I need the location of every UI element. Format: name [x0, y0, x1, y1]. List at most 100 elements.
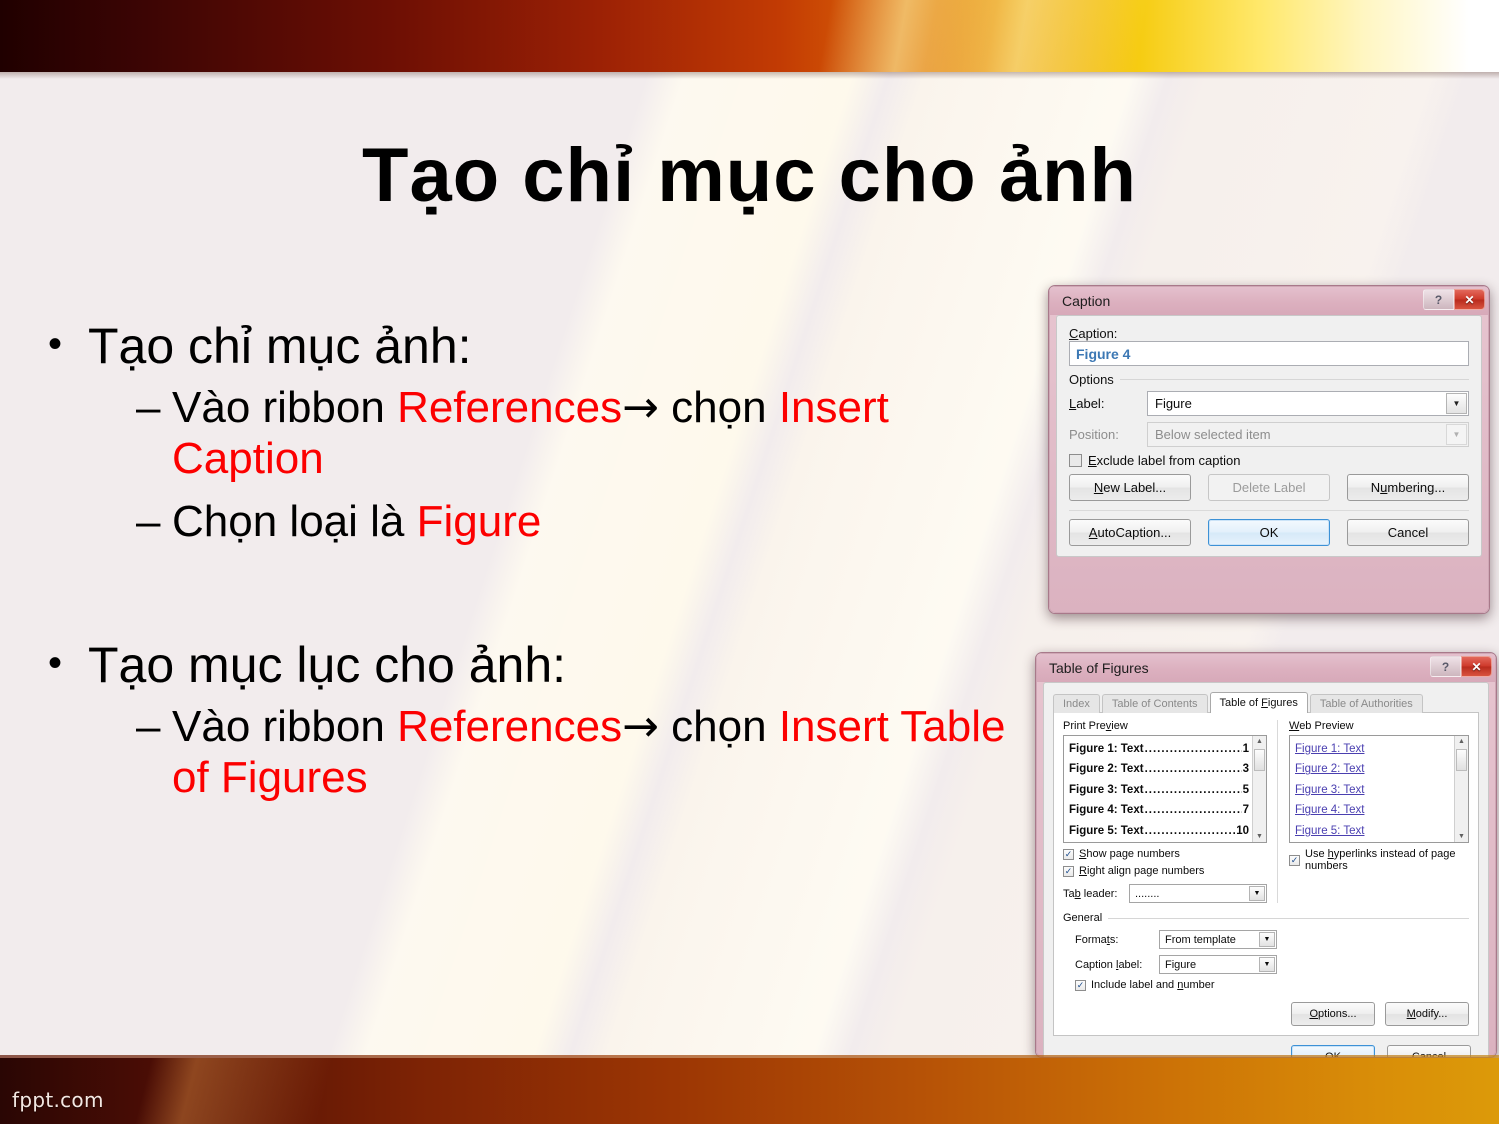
- tab-table-of-figures[interactable]: Table of Figures: [1209, 692, 1308, 713]
- scroll-down-icon[interactable]: ▼: [1458, 831, 1465, 842]
- checkbox-icon[interactable]: [1069, 454, 1082, 467]
- caption-dialog: Caption ? ✕ Caption: Figure 4 Options La…: [1048, 285, 1490, 614]
- right-align-page-numbers-checkbox[interactable]: ✓ Right align page numbers: [1063, 865, 1267, 877]
- general-group-title: General: [1063, 912, 1469, 924]
- scrollbar-thumb[interactable]: [1456, 749, 1467, 771]
- tab-index[interactable]: Index: [1053, 694, 1100, 713]
- cancel-button[interactable]: Cancel: [1347, 519, 1469, 546]
- brand-logo: fppt.com: [12, 1088, 104, 1112]
- caption-input[interactable]: Figure 4: [1069, 341, 1469, 366]
- divider: [1069, 510, 1469, 511]
- options-button[interactable]: Options...: [1291, 1002, 1375, 1026]
- help-icon[interactable]: ?: [1423, 289, 1454, 310]
- list-item: Figure 3: Text..........................…: [1069, 780, 1249, 800]
- window-buttons: ? ✕: [1423, 289, 1485, 310]
- print-preview-scrollbar[interactable]: ▲ ▼: [1252, 736, 1266, 842]
- list-item: Figure 2: Text..........................…: [1069, 759, 1249, 779]
- delete-label-button: Delete Label: [1208, 474, 1330, 501]
- caption-dialog-titlebar[interactable]: Caption ? ✕: [1050, 287, 1488, 315]
- bullet-dot-icon: •: [48, 641, 63, 686]
- text-mid: chọn: [658, 702, 779, 752]
- divider: [1108, 917, 1469, 919]
- scrollbar-thumb[interactable]: [1254, 749, 1265, 771]
- use-hyperlinks-checkbox[interactable]: ✓ Use hyperlinks instead of page numbers: [1289, 848, 1469, 872]
- caption-label-row: Caption label: Figure ▼: [1063, 955, 1469, 974]
- chevron-down-icon[interactable]: ▼: [1446, 393, 1467, 414]
- text-highlight-references: References: [397, 383, 623, 432]
- dash-icon: –: [136, 497, 161, 547]
- show-page-numbers-label: Show page numbers: [1079, 848, 1180, 860]
- print-preview-box: Figure 1: Text..........................…: [1063, 735, 1267, 843]
- text-pre: Chọn loại là: [172, 497, 417, 547]
- new-label-button[interactable]: New Label...: [1069, 474, 1191, 501]
- bullet-level2-text: Vào ribbon References→ chọn Insert Table…: [172, 701, 1023, 803]
- web-preview-column: Web Preview Figure 1: Text Figure 2: Tex…: [1278, 720, 1469, 903]
- formats-row: Formats: From template ▼: [1063, 930, 1469, 949]
- chevron-down-icon[interactable]: ▼: [1249, 886, 1265, 901]
- window-buttons: ? ✕: [1430, 656, 1492, 677]
- include-label-and-number-checkbox[interactable]: ✓ Include label and number: [1075, 979, 1469, 991]
- tab-table-of-contents[interactable]: Table of Contents: [1101, 694, 1208, 713]
- preview-columns: Print Preview Figure 1: Text............…: [1063, 720, 1469, 903]
- tab-table-of-authorities[interactable]: Table of Authorities: [1309, 694, 1423, 713]
- leader-dots: ............................: [1144, 743, 1242, 755]
- text-pre: Vào ribbon: [172, 383, 398, 432]
- bullet-dot-icon: •: [48, 322, 63, 366]
- close-icon[interactable]: ✕: [1454, 289, 1485, 310]
- scroll-down-icon[interactable]: ▼: [1256, 831, 1263, 842]
- checkbox-icon[interactable]: ✓: [1289, 854, 1300, 866]
- list-item[interactable]: Figure 4: Text: [1295, 800, 1451, 820]
- bullet-level1-text: Tạo mục lục cho ảnh:: [88, 637, 567, 694]
- exclude-label-checkbox[interactable]: Exclude label from caption: [1069, 453, 1469, 468]
- chevron-down-icon[interactable]: ▼: [1259, 932, 1275, 947]
- numbering-button[interactable]: Nu mbering...: [1347, 474, 1469, 501]
- checkbox-icon[interactable]: ✓: [1075, 979, 1086, 991]
- chevron-down-icon: ▼: [1446, 424, 1467, 445]
- arrow-icon: →: [622, 701, 659, 753]
- tab-leader-combobox[interactable]: ........ ▼: [1129, 884, 1267, 903]
- print-preview-list: Figure 1: Text..........................…: [1064, 736, 1266, 842]
- bullet-level1: • Tạo mục lục cho ảnh:: [48, 637, 1023, 693]
- scroll-up-icon[interactable]: ▲: [1458, 736, 1465, 747]
- formats-label: Formats:: [1075, 933, 1119, 946]
- list-item[interactable]: Figure 3: Text: [1295, 780, 1451, 800]
- list-item[interactable]: Figure 5: Text: [1295, 821, 1451, 841]
- checkbox-icon[interactable]: ✓: [1063, 848, 1074, 860]
- checkbox-icon[interactable]: ✓: [1063, 865, 1074, 877]
- label-buttons-row: New Label... Delete Label Nu mbering...: [1069, 474, 1469, 501]
- leader-dots: ............................: [1144, 824, 1236, 837]
- include-label-label: Include label and number: [1091, 979, 1215, 991]
- list-item: Figure 4: Text..........................…: [1069, 800, 1249, 820]
- label-row: Label: Figure ▼: [1069, 391, 1469, 416]
- web-preview-title: Web Preview: [1289, 720, 1354, 732]
- help-icon[interactable]: ?: [1430, 656, 1461, 677]
- modify-button[interactable]: Modify...: [1385, 1002, 1469, 1026]
- web-preview-scrollbar[interactable]: ▲ ▼: [1454, 736, 1468, 842]
- tof-dialog-titlebar[interactable]: Table of Figures ? ✕: [1037, 654, 1495, 682]
- bottom-footer: [0, 1058, 1499, 1124]
- caption-label-value: Figure: [1165, 958, 1197, 971]
- list-item[interactable]: Figure 2: Text: [1295, 759, 1451, 779]
- caption-dialog-title: Caption: [1062, 293, 1111, 309]
- scroll-up-icon[interactable]: ▲: [1256, 736, 1263, 747]
- dialog-action-buttons: AutoCaption... OK Cancel: [1069, 519, 1469, 546]
- ok-button[interactable]: OK: [1208, 519, 1330, 546]
- formats-combobox[interactable]: From template ▼: [1159, 930, 1277, 949]
- leader-dots: ............................: [1144, 763, 1242, 776]
- close-icon[interactable]: ✕: [1461, 656, 1492, 677]
- tab-leader-label: Tab leader:: [1063, 887, 1118, 900]
- label-combobox[interactable]: Figure ▼: [1147, 391, 1469, 416]
- chevron-down-icon[interactable]: ▼: [1259, 957, 1275, 972]
- caption-label-combobox[interactable]: Figure ▼: [1159, 955, 1277, 974]
- dash-icon: –: [136, 702, 161, 752]
- tab-bar: Index Table of Contents Table of Figures…: [1053, 691, 1479, 713]
- list-item[interactable]: Figure 1: Text: [1295, 739, 1451, 759]
- autocaption-button[interactable]: AutoCaption...: [1069, 519, 1191, 546]
- banner-shadow: [0, 72, 1499, 79]
- leader-dots: ............................: [1144, 804, 1242, 817]
- print-preview-title: Print Preview: [1063, 720, 1128, 732]
- print-preview-column: Print Preview Figure 1: Text............…: [1063, 720, 1278, 903]
- options-group-title: Options: [1069, 372, 1469, 387]
- show-page-numbers-checkbox[interactable]: ✓ Show page numbers: [1063, 848, 1267, 860]
